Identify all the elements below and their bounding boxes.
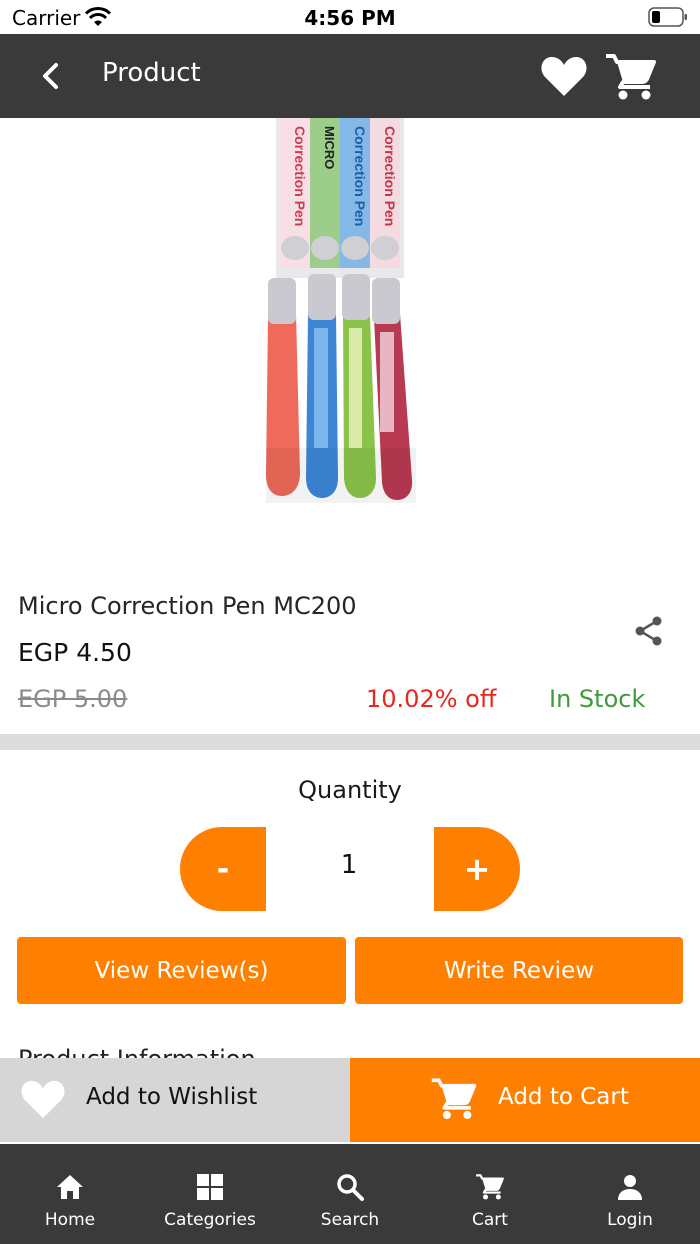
tab-label: Home [44, 1210, 96, 1230]
home-icon [57, 1175, 83, 1199]
user-icon [618, 1175, 642, 1200]
app-header: Product [0, 34, 700, 118]
heart-icon [21, 1080, 65, 1119]
tab-login[interactable]: Login [560, 1144, 700, 1244]
status-bar: Carrier 4:56 PM [0, 0, 700, 34]
product-name: Micro Correction Pen MC200 [18, 592, 357, 620]
add-to-cart-label: Add to Cart [498, 1084, 629, 1110]
section-heading-partial: Product Information [18, 1044, 256, 1058]
write-review-button[interactable]: Write Review [355, 937, 683, 1004]
add-to-wishlist-label: Add to Wishlist [86, 1084, 258, 1110]
quantity-increase-button[interactable]: + [434, 827, 520, 911]
quantity-decrease-button[interactable]: - [180, 827, 266, 911]
back-icon[interactable] [34, 56, 70, 96]
product-price: EGP 4.50 [18, 638, 132, 667]
battery-icon [648, 7, 687, 27]
clock: 4:56 PM [304, 6, 396, 30]
pen-label-text: Correction Pen [382, 126, 398, 226]
tab-home[interactable]: Home [0, 1144, 140, 1244]
quantity-value: 1 [340, 850, 358, 880]
cart-icon [476, 1174, 504, 1200]
tab-categories[interactable]: Categories [140, 1144, 280, 1244]
tab-label: Search [320, 1210, 380, 1230]
pen-label-text: Correction Pen [292, 126, 308, 226]
product-image: Correction Pen MICRO Correction Pen Corr… [0, 118, 700, 568]
pen-label-text: Correction Pen [352, 126, 368, 226]
quantity-label: Quantity [298, 776, 402, 804]
tab-label: Login [607, 1210, 653, 1230]
tab-label: Categories [164, 1210, 256, 1230]
cart-icon [431, 1078, 477, 1119]
product-old-price: EGP 5.00 [18, 685, 128, 713]
search-icon [337, 1174, 364, 1201]
pen-label-text: MICRO [322, 126, 337, 169]
tab-search[interactable]: Search [280, 1144, 420, 1244]
view-reviews-button[interactable]: View Review(s) [17, 937, 346, 1004]
correction-pens-illustration: Correction Pen MICRO Correction Pen Corr… [266, 118, 416, 503]
add-to-wishlist-button[interactable]: Add to Wishlist [0, 1058, 350, 1142]
share-icon[interactable] [632, 614, 666, 648]
bottom-tab-bar: Home Categories Search Cart Login [0, 1144, 700, 1244]
page-title: Product [102, 58, 201, 88]
grid-icon [197, 1174, 223, 1200]
cart-icon[interactable] [604, 52, 658, 102]
discount-label: 10.02% off [366, 685, 497, 713]
tab-cart[interactable]: Cart [420, 1144, 560, 1244]
tab-label: Cart [472, 1210, 508, 1230]
section-divider [0, 734, 700, 750]
heart-icon[interactable] [540, 54, 588, 98]
add-to-cart-button[interactable]: Add to Cart [350, 1058, 700, 1142]
stock-status: In Stock [549, 685, 646, 713]
